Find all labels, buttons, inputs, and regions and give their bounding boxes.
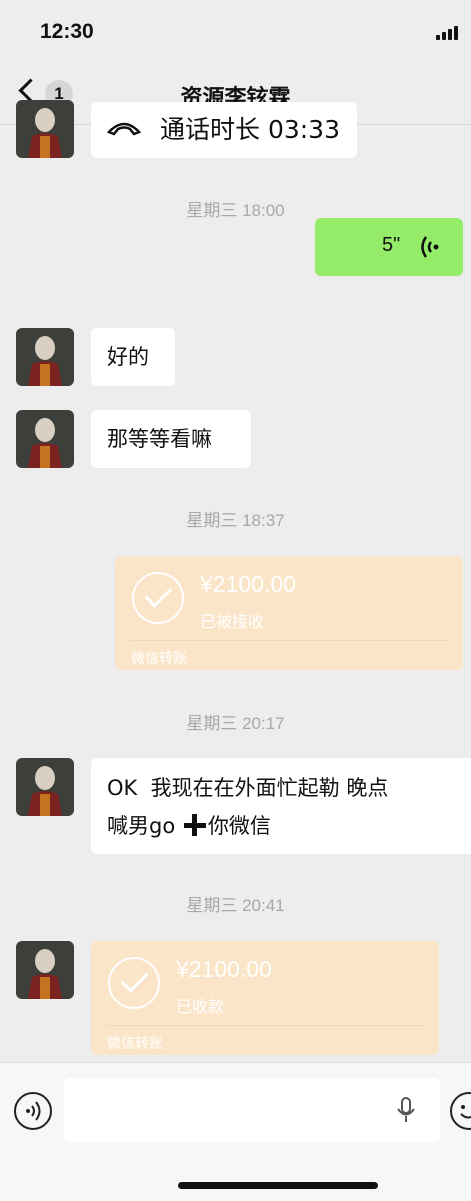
emoji-icon[interactable] — [450, 1092, 471, 1130]
transfer-footer: 微信转账 — [131, 651, 187, 667]
message-bubble[interactable]: 好的 — [91, 328, 175, 386]
message-text: 好的 — [107, 345, 149, 369]
voice-wave-icon — [421, 236, 439, 258]
home-indicator — [178, 1182, 378, 1189]
contact-avatar[interactable] — [16, 100, 74, 158]
message-text-line-2: 喊男go 你微信 — [107, 808, 271, 844]
check-circle-icon — [132, 572, 184, 624]
transfer-divider — [106, 1025, 424, 1026]
timestamp: 星期三 20:41 — [186, 896, 285, 915]
phone-handset-icon — [106, 122, 142, 136]
message-input[interactable] — [64, 1078, 440, 1142]
timestamp: 星期三 18:37 — [186, 511, 285, 530]
contact-avatar[interactable] — [16, 410, 74, 468]
transfer-status: 已被接收 — [200, 612, 265, 631]
contact-avatar[interactable] — [16, 758, 74, 816]
signal-icon — [436, 26, 466, 40]
transfer-amount: ¥2100.00 — [200, 571, 296, 597]
message-text-line-1: OK 我现在在外面忙起勒 晚点 — [107, 776, 389, 800]
transfer-divider — [130, 640, 448, 641]
contact-avatar[interactable] — [16, 941, 74, 999]
transfer-footer: 微信转账 — [107, 1036, 163, 1052]
microphone-icon[interactable] — [396, 1096, 416, 1124]
voice-input-icon[interactable] — [14, 1092, 52, 1130]
message-bubble[interactable]: OK 我现在在外面忙起勒 晚点 喊男go 你微信 — [91, 758, 471, 854]
transfer-card[interactable]: ¥2100.00 已收款 微信转账 — [91, 941, 439, 1055]
message-text-part: 你微信 — [207, 814, 271, 838]
check-circle-icon — [108, 957, 160, 1009]
transfer-card[interactable]: ¥2100.00 已被接收 微信转账 — [115, 556, 463, 670]
message-bubble[interactable]: 那等等看嘛 — [91, 410, 251, 468]
transfer-status: 已收款 — [176, 997, 225, 1016]
call-duration-text: 通话时长 03:33 — [160, 115, 340, 144]
transfer-amount: ¥2100.00 — [176, 956, 272, 982]
plus-icon — [183, 814, 206, 836]
contact-avatar[interactable] — [16, 328, 74, 386]
message-text-part: 喊男go — [107, 814, 176, 838]
message-text: 那等等看嘛 — [107, 427, 212, 451]
status-time: 12:30 — [40, 20, 94, 43]
voice-duration: 5" — [382, 234, 401, 256]
timestamp: 星期三 20:17 — [186, 714, 285, 733]
